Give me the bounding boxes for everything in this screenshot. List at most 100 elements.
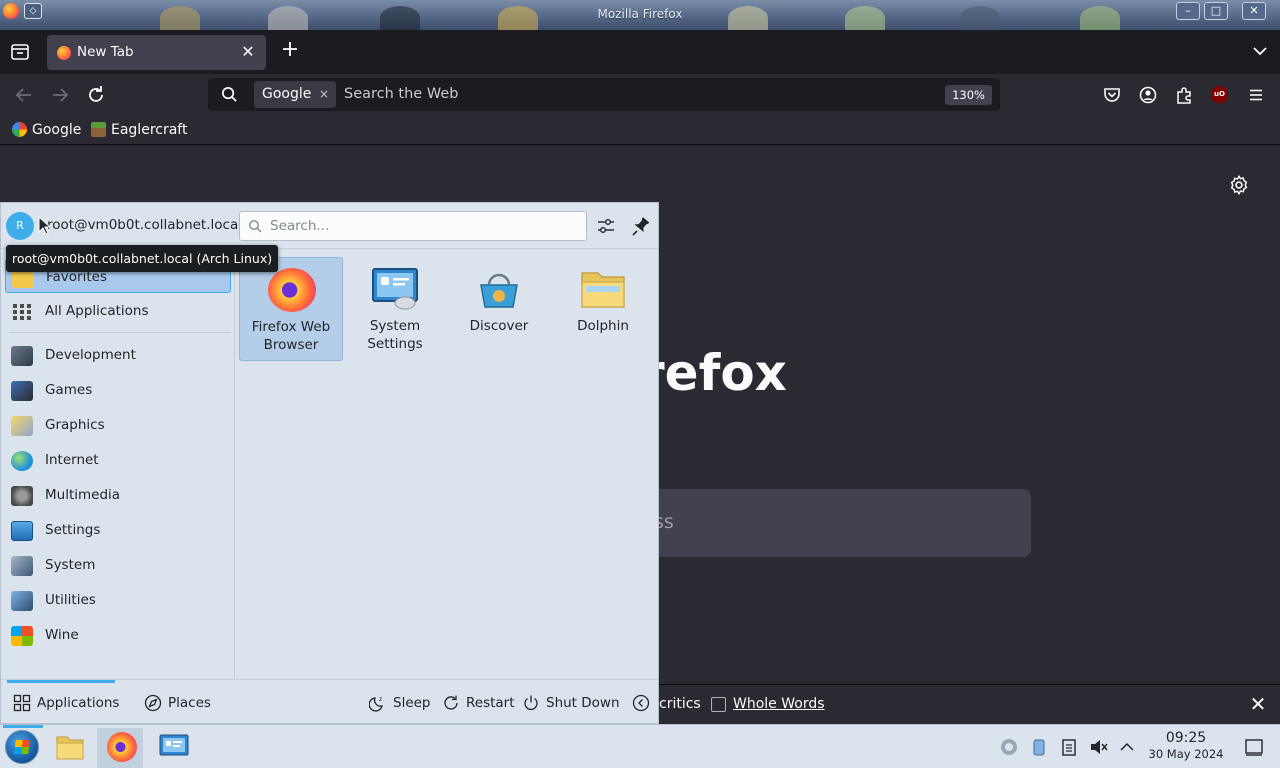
- category-all-applications[interactable]: All Applications: [5, 294, 231, 328]
- bookmark-eaglercraft[interactable]: Eaglercraft: [91, 121, 187, 139]
- task-firefox[interactable]: [97, 728, 143, 768]
- app-label: Firefox Web Browser: [251, 319, 331, 353]
- search-icon: [249, 220, 262, 233]
- gear-icon[interactable]: [1228, 174, 1250, 196]
- search-icon: [222, 87, 237, 102]
- graphics-icon: [11, 416, 33, 436]
- search-engine-chip[interactable]: Google ×: [254, 81, 336, 108]
- category-graphics[interactable]: Graphics: [5, 408, 231, 442]
- extensions-icon[interactable]: [1175, 86, 1193, 104]
- tab-label: New Tab: [77, 44, 134, 60]
- firefox-view-icon[interactable]: [8, 40, 32, 64]
- category-settings[interactable]: Settings: [5, 513, 231, 547]
- launcher-active-indicator: [3, 725, 43, 728]
- show-desktop-icon[interactable]: [1244, 737, 1264, 757]
- category-label: Development: [45, 347, 136, 363]
- tab-applications[interactable]: Applications: [13, 694, 119, 714]
- mouse-cursor-icon: [38, 216, 50, 235]
- category-label: Multimedia: [45, 487, 121, 503]
- shut-down-button[interactable]: Shut Down: [522, 694, 620, 714]
- close-window-button[interactable]: ✕: [1242, 2, 1266, 20]
- window-title: Mozilla Firefox: [597, 7, 683, 21]
- digital-clock[interactable]: 09:25 30 May 2024: [1143, 729, 1229, 761]
- app-label: System Settings: [367, 318, 423, 352]
- whole-words-checkbox[interactable]: [711, 697, 726, 712]
- hamburger-menu-icon[interactable]: [1247, 86, 1265, 104]
- category-development[interactable]: Development: [5, 338, 231, 372]
- volume-muted-icon[interactable]: [1089, 737, 1109, 757]
- launcher-search-placeholder: Search...: [270, 218, 330, 234]
- category-system[interactable]: System: [5, 548, 231, 582]
- chevron-up-icon[interactable]: [1117, 737, 1137, 757]
- bookmark-label: Eaglercraft: [111, 122, 188, 138]
- maximize-button[interactable]: □: [1204, 2, 1228, 20]
- configure-icon[interactable]: [596, 216, 616, 236]
- tab-places[interactable]: Places: [144, 694, 211, 714]
- bookmark-google[interactable]: Google: [12, 121, 81, 139]
- category-label: Wine: [45, 627, 79, 643]
- minimize-button[interactable]: –: [1176, 2, 1200, 20]
- forward-arrow-icon[interactable]: [48, 83, 72, 107]
- restart-button[interactable]: Restart: [442, 694, 515, 714]
- tab-new-tab[interactable]: New Tab ✕: [47, 35, 266, 70]
- launcher-footer: Applications Places z Sleep Restart Shut…: [1, 679, 658, 723]
- close-find-bar-button[interactable]: ✕: [1248, 694, 1268, 714]
- system-icon: [11, 556, 33, 576]
- category-wine[interactable]: Wine: [5, 618, 231, 652]
- grass-block-icon: [91, 122, 106, 137]
- category-label: System: [45, 557, 96, 573]
- pin-icon[interactable]: [631, 216, 651, 236]
- app-firefox[interactable]: Firefox Web Browser: [239, 257, 343, 361]
- address-bar-placeholder: Search the Web: [344, 86, 459, 102]
- category-multimedia[interactable]: Multimedia: [5, 478, 231, 512]
- network-icon[interactable]: [999, 737, 1019, 757]
- zoom-level-button[interactable]: 130%: [945, 85, 992, 105]
- category-label: Internet: [45, 452, 99, 468]
- application-launcher: R root@vm0b0t.collabnet.local (... Searc…: [0, 202, 659, 724]
- back-arrow-icon[interactable]: [12, 83, 36, 107]
- folder-icon: [56, 736, 84, 760]
- reload-icon[interactable]: [84, 83, 108, 107]
- user-name-label[interactable]: root@vm0b0t.collabnet.local (...: [47, 217, 264, 233]
- tab-label: Places: [168, 695, 211, 711]
- category-internet[interactable]: Internet: [5, 443, 231, 477]
- development-icon: [11, 346, 33, 366]
- taskbar: 09:25 30 May 2024: [0, 724, 1280, 768]
- firefox-icon: [268, 268, 316, 312]
- app-system-settings[interactable]: System Settings: [343, 257, 447, 361]
- launcher-search-input[interactable]: Search...: [239, 211, 587, 241]
- page-search-box[interactable]: ss: [636, 489, 1031, 557]
- clock-date: 30 May 2024: [1148, 747, 1224, 761]
- notes-icon[interactable]: [1059, 737, 1079, 757]
- start-logo-icon: [14, 740, 30, 754]
- app-label: Dolphin: [577, 318, 629, 334]
- account-icon[interactable]: [1139, 86, 1157, 104]
- multimedia-icon: [11, 486, 33, 506]
- app-dolphin[interactable]: Dolphin: [551, 257, 655, 361]
- clipboard-tray-icon[interactable]: [1029, 737, 1049, 757]
- clear-engine-button[interactable]: ×: [319, 81, 329, 108]
- tab-label: Applications: [37, 695, 120, 711]
- avatar[interactable]: R: [6, 212, 34, 240]
- app-discover[interactable]: Discover: [447, 257, 551, 361]
- ublock-origin-icon[interactable]: uO: [1211, 86, 1228, 103]
- category-utilities[interactable]: Utilities: [5, 583, 231, 617]
- window-titlebar[interactable]: ◇ Mozilla Firefox – □ ✕: [0, 0, 1280, 30]
- whole-words-label[interactable]: Whole Words: [733, 696, 825, 712]
- wine-icon: [11, 626, 33, 646]
- svg-text:z: z: [379, 696, 382, 703]
- sleep-button[interactable]: z Sleep: [369, 694, 431, 714]
- sleep-icon: z: [369, 696, 383, 712]
- task-system-settings[interactable]: [150, 728, 196, 768]
- close-tab-button[interactable]: ✕: [238, 42, 258, 62]
- applications-grid-icon: [13, 694, 31, 712]
- pocket-icon[interactable]: [1103, 86, 1121, 104]
- match-diacritics-label[interactable]: critics: [659, 696, 701, 712]
- new-tab-button[interactable]: +: [279, 39, 301, 62]
- category-games[interactable]: Games: [5, 373, 231, 407]
- application-launcher-button[interactable]: [5, 730, 39, 764]
- chevron-down-icon[interactable]: [1250, 41, 1270, 61]
- address-bar[interactable]: Google × Search the Web 130%: [208, 78, 1000, 111]
- chevron-left-icon[interactable]: [632, 694, 650, 712]
- task-dolphin[interactable]: [46, 728, 92, 768]
